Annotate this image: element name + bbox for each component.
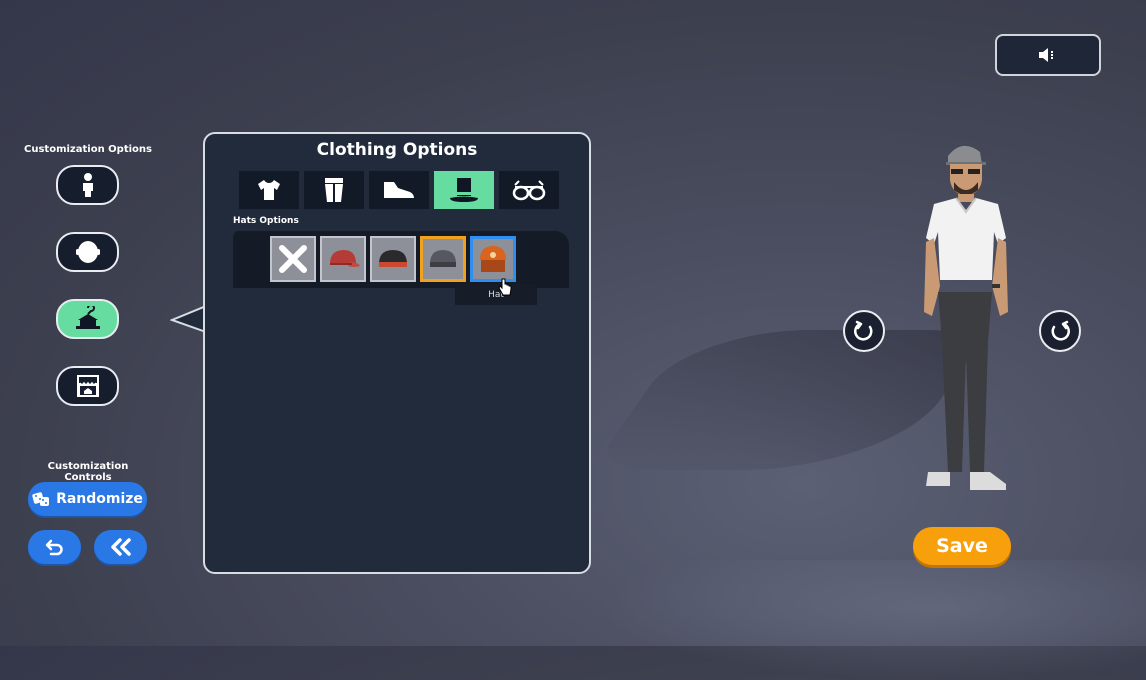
sound-button[interactable] [995,34,1101,76]
store-option-button[interactable] [56,366,119,406]
shoe-icon [384,182,414,198]
beanie-icon [430,250,456,267]
tab-glasses[interactable] [499,171,559,209]
glasses-icon [512,180,546,201]
hat-item-black-beanie[interactable] [370,236,416,282]
rotate-right-button[interactable] [1039,310,1081,352]
helmet-icon [480,246,506,272]
panel-title: Clothing Options [316,140,478,160]
customization-options-label: Customization Options [24,144,152,155]
hat-item-gray-beanie[interactable] [420,236,466,282]
hats-options-label: Hats Options [233,216,299,226]
randomize-button[interactable]: Randomize [28,482,147,516]
rotate-right-icon [1051,320,1070,341]
save-button[interactable]: Save [913,527,1011,565]
pants-icon [325,178,343,202]
head-icon [75,241,100,263]
dice-icon [32,492,50,506]
head-option-button[interactable] [56,232,119,272]
rotate-left-button[interactable] [843,310,885,352]
x-icon [279,245,307,273]
clothing-hanger-icon [75,306,100,329]
hand-cursor-icon [498,278,512,296]
clothing-options-panel: Clothing Options Hats Options Hat [203,132,591,574]
customization-controls-label: Customization Controls [47,461,129,483]
body-icon [82,173,93,197]
shirt-icon [258,180,280,200]
body-option-button[interactable] [56,165,119,205]
undo-button[interactable] [28,530,81,564]
speaker-icon [1039,48,1053,62]
hat-item-orange-helmet[interactable] [470,236,516,282]
panel-pointer [170,304,206,334]
randomize-label: Randomize [56,491,143,507]
double-chevron-left-icon [110,538,131,556]
tab-shoes[interactable] [369,171,429,209]
back-button[interactable] [94,530,147,564]
rotate-left-icon [854,320,873,341]
tab-hats[interactable] [434,171,494,209]
character-avatar [924,145,1008,490]
floor-glow [600,560,1146,680]
clothing-tabs [239,171,559,209]
clothing-option-button[interactable] [56,299,119,339]
item-tooltip: Hat [455,284,537,305]
hat-item-red-cap[interactable] [320,236,366,282]
store-icon [76,375,99,397]
top-hat-icon [450,178,478,202]
tab-pants[interactable] [304,171,364,209]
undo-icon [45,539,63,556]
beanie-icon [379,250,407,267]
tab-shirt[interactable] [239,171,299,209]
cap-icon [330,250,360,267]
hat-item-none[interactable] [270,236,316,282]
